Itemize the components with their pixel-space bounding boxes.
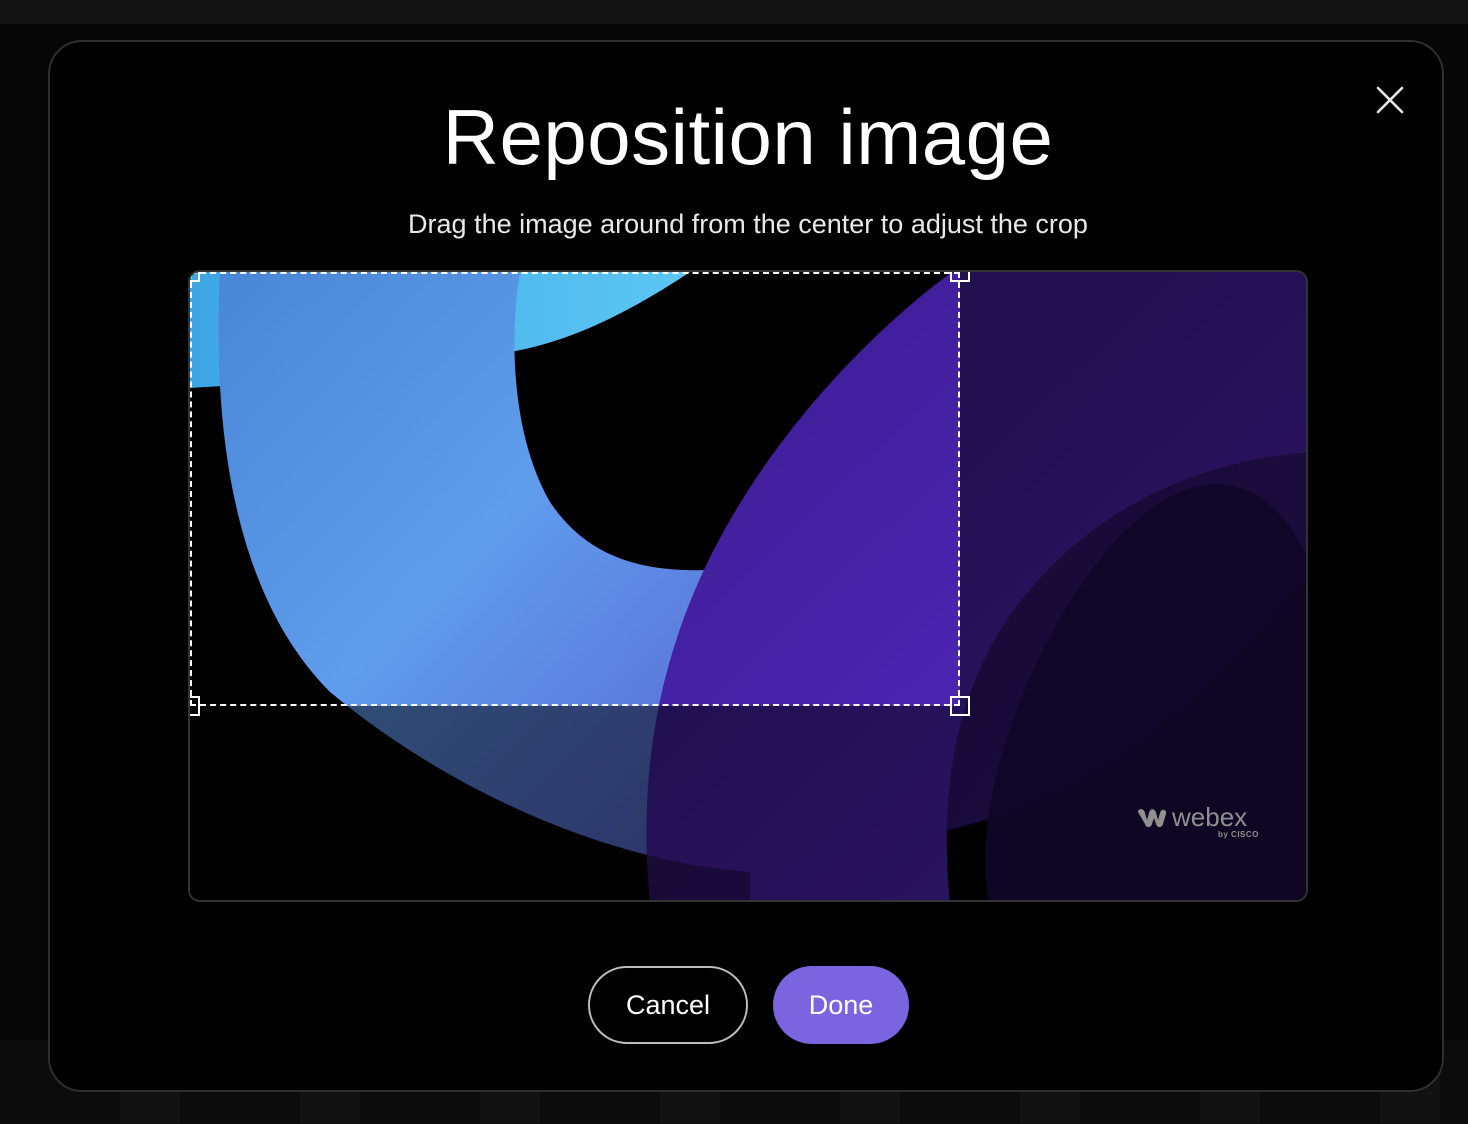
crop-handle-bottom-right[interactable] (950, 696, 970, 716)
webex-logo-subtext: by CISCO (1218, 830, 1259, 839)
dialog-subtitle: Drag the image around from the center to… (408, 209, 1088, 239)
webex-logo-icon (1138, 809, 1167, 827)
cancel-button[interactable]: Cancel (588, 966, 748, 1044)
crop-handle-top-left[interactable] (190, 272, 200, 282)
crop-handle-top-right[interactable] (950, 272, 970, 282)
image-preview[interactable]: webex by CISCO (188, 270, 1308, 902)
reposition-image-dialog: Reposition image Drag the image around f… (48, 40, 1444, 1092)
dialog-title: Reposition image (442, 93, 1054, 181)
crop-outside-shade-bottom (190, 706, 960, 900)
crop-selection[interactable] (190, 272, 970, 716)
done-button[interactable]: Done (773, 966, 909, 1044)
webex-logo: webex by CISCO (1136, 802, 1262, 842)
app-top-bar (0, 0, 1468, 24)
webex-logo-text: webex (1172, 802, 1248, 832)
crop-handle-bottom-left[interactable] (190, 696, 200, 716)
